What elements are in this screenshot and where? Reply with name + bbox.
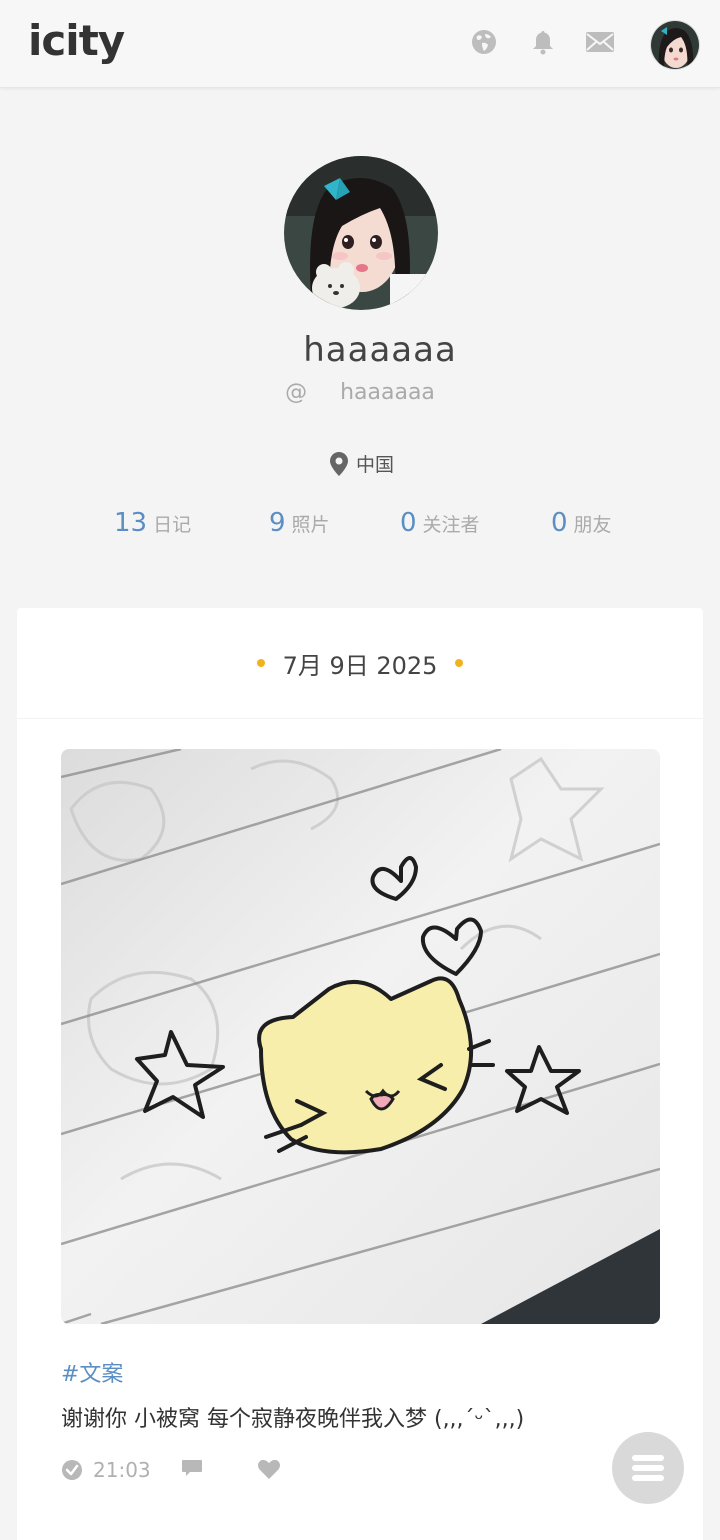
stat-friends[interactable]: 0 朋友 bbox=[551, 508, 612, 538]
top-bar: icity bbox=[0, 0, 720, 88]
clock-check-icon bbox=[62, 1460, 82, 1480]
menu-button[interactable] bbox=[612, 1432, 684, 1504]
globe-icon[interactable] bbox=[468, 26, 500, 58]
stat-label: 朋友 bbox=[573, 514, 612, 536]
divider bbox=[17, 718, 703, 719]
stat-label: 日记 bbox=[153, 514, 192, 536]
stat-number: 9 bbox=[269, 508, 286, 538]
stat-diaries[interactable]: 13 日记 bbox=[114, 508, 191, 538]
bell-icon[interactable] bbox=[527, 26, 559, 58]
profile-handle: @ haaaaaa bbox=[0, 380, 720, 405]
profile-name: haaaaaa bbox=[303, 330, 457, 370]
mail-icon[interactable] bbox=[584, 26, 616, 58]
stat-number: 0 bbox=[551, 508, 568, 538]
heart-icon bbox=[258, 1459, 280, 1479]
like-button[interactable] bbox=[257, 1458, 281, 1480]
post-photo[interactable] bbox=[61, 749, 660, 1324]
location-text: 中国 bbox=[355, 454, 394, 476]
post-meta: 21:03 bbox=[61, 1458, 661, 1488]
app-logo[interactable]: icity bbox=[28, 16, 125, 65]
comment-button[interactable] bbox=[181, 1458, 203, 1478]
post-time: 21:03 bbox=[61, 1458, 151, 1482]
menu-icon bbox=[632, 1455, 664, 1481]
date-dot-right bbox=[455, 659, 464, 667]
location-pin-icon bbox=[329, 451, 348, 476]
comment-icon bbox=[182, 1460, 202, 1476]
stat-label: 照片 bbox=[291, 514, 330, 536]
post-date: 7月 9日 2025 bbox=[282, 651, 438, 680]
profile-location: 中国 bbox=[0, 450, 720, 477]
stat-photos[interactable]: 9 照片 bbox=[269, 508, 330, 538]
handle-text: haaaaaa bbox=[340, 380, 435, 405]
post-date-row: 7月 9日 2025 bbox=[17, 608, 703, 718]
post-time-text: 21:03 bbox=[93, 1458, 151, 1482]
post-tag[interactable]: #文案 bbox=[61, 1356, 123, 1388]
post-content: 谢谢你 小被窝 每个寂静夜晚伴我入梦 (,,,´ᵕ`,,,) bbox=[61, 1407, 525, 1432]
stat-number: 0 bbox=[400, 508, 417, 538]
date-dot-left bbox=[256, 659, 265, 667]
profile-avatar[interactable] bbox=[284, 156, 438, 310]
diary-card: 7月 9日 2025 #文案 谢谢你 小被窝 每个寂静夜晚伴我入梦 (,,,´ᵕ… bbox=[17, 608, 703, 1540]
stat-followers[interactable]: 0 关注者 bbox=[400, 508, 480, 538]
profile-stats: 13 日记 9 照片 0 关注者 0 朋友 bbox=[0, 508, 720, 548]
stat-number: 13 bbox=[114, 508, 148, 538]
handle-at-symbol: @ bbox=[285, 380, 308, 405]
user-avatar[interactable] bbox=[650, 20, 700, 70]
stat-label: 关注者 bbox=[422, 514, 480, 536]
